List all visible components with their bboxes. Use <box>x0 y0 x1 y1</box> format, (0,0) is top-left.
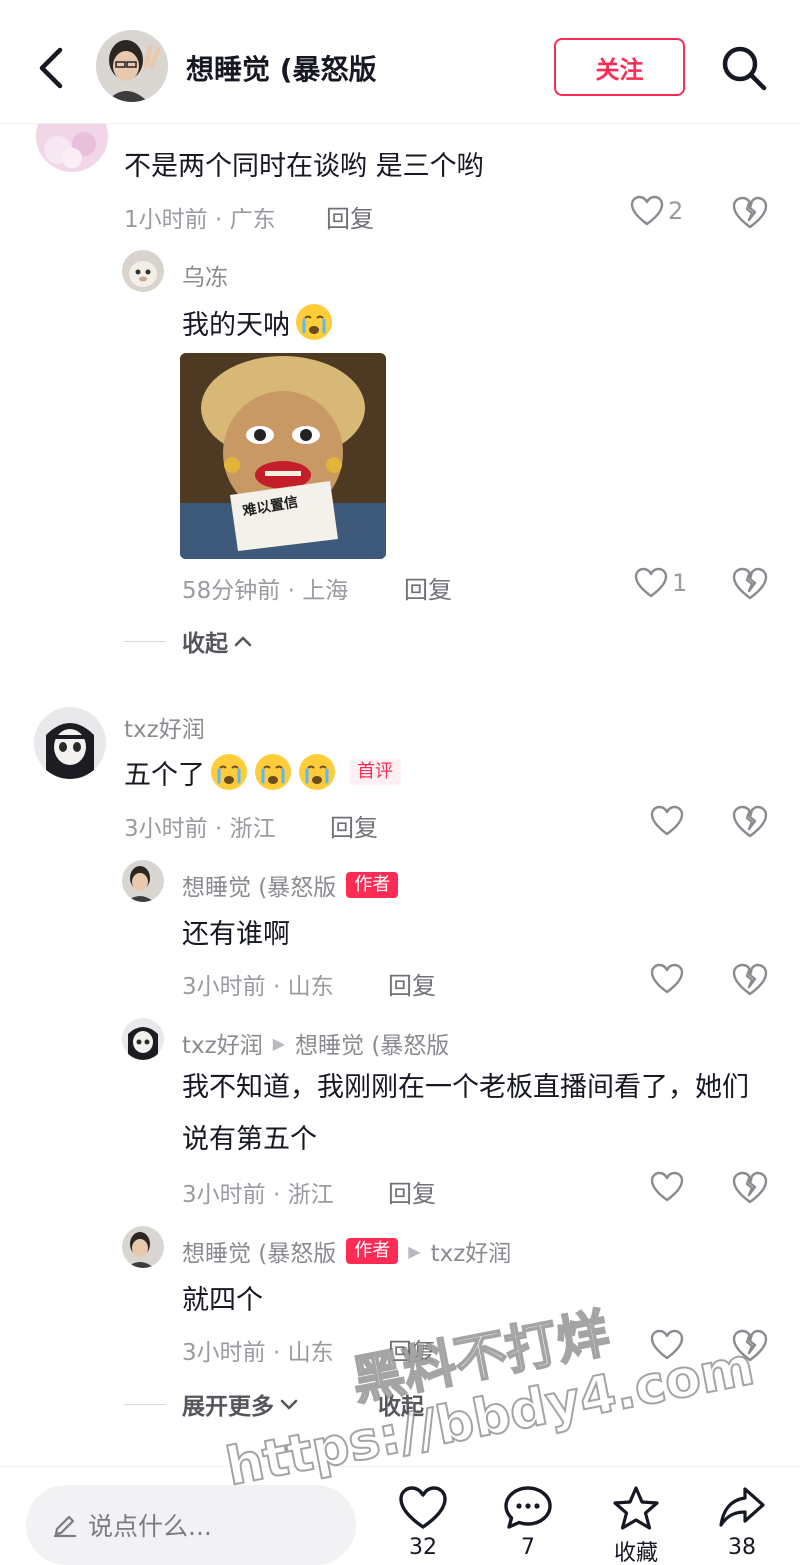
like-post-button[interactable]: 32 <box>383 1485 463 1560</box>
divider-line <box>124 640 166 642</box>
author-avatar[interactable] <box>122 860 164 902</box>
chevron-down-icon <box>280 1399 298 1410</box>
heart-icon <box>630 195 664 226</box>
reply-meta: 3小时前 · 山东 <box>182 1340 334 1366</box>
like-button[interactable] <box>650 805 684 837</box>
crying-face-icon <box>299 754 335 790</box>
follow-button[interactable]: 关注 <box>554 38 685 96</box>
reply-to-username[interactable]: txz好润 <box>431 1234 512 1268</box>
broken-heart-icon[interactable] <box>732 1329 768 1363</box>
reply-to-arrow-icon: ▶ <box>408 1241 421 1261</box>
reply-username[interactable]: 想睡觉 (暴怒版 作者 ▶ txz好润 <box>182 1234 511 1268</box>
collapse-replies-button[interactable]: 收起 <box>124 624 254 658</box>
author-avatar[interactable] <box>96 30 168 102</box>
heart-icon <box>650 963 684 994</box>
chevron-up-icon <box>234 636 252 647</box>
heart-icon <box>634 567 668 598</box>
reply-text: 我的天呐 <box>182 302 334 342</box>
comment-meta: 3小时前 · 浙江 <box>124 816 276 842</box>
favorite-label: 收藏 <box>613 1541 658 1565</box>
reply-username[interactable]: txz好润 ▶ 想睡觉 (暴怒版 <box>182 1026 449 1060</box>
first-comment-badge: 首评 <box>349 759 401 785</box>
heart-icon <box>650 1171 684 1202</box>
crying-face-icon <box>296 304 332 340</box>
reply-to-username[interactable]: 想睡觉 (暴怒版 <box>295 1026 449 1060</box>
comment-input[interactable]: 说点什么... <box>26 1485 356 1565</box>
top-bar: 想睡觉 (暴怒版 关注 <box>0 0 800 124</box>
reply-text: 就四个 <box>182 1285 263 1316</box>
comment-text: 不是两个同时在谈哟 是三个哟 <box>124 151 484 182</box>
broken-heart-icon[interactable] <box>732 963 768 997</box>
reply-meta: 58分钟前 · 上海 <box>182 578 349 604</box>
broken-heart-icon[interactable] <box>732 1171 768 1205</box>
like-button[interactable] <box>650 963 684 995</box>
reply-meta: 3小时前 · 山东 <box>182 974 334 1000</box>
like-button[interactable] <box>650 1329 684 1361</box>
replier-avatar[interactable] <box>122 1018 164 1060</box>
comment-meta: 1小时前 · 广东 <box>124 207 276 233</box>
author-avatar[interactable] <box>122 1226 164 1268</box>
broken-heart-icon[interactable] <box>732 196 768 230</box>
reply-button[interactable]: 回复 <box>330 808 378 843</box>
commenter-username[interactable]: txz好润 <box>124 710 205 744</box>
meme-image[interactable]: 难以置信 <box>180 353 386 559</box>
bottom-bar: 说点什么... 32 7 收藏 38 <box>0 1466 800 1565</box>
author-badge: 作者 <box>346 872 399 898</box>
reply-text: 还有谁啊 <box>182 919 290 950</box>
crying-face-icon <box>211 754 247 790</box>
pencil-icon <box>53 1515 77 1538</box>
reply-meta: 3小时前 · 浙江 <box>182 1182 334 1208</box>
like-button[interactable] <box>650 1171 684 1203</box>
divider-line <box>124 1403 166 1405</box>
comment-post-button[interactable]: 7 <box>488 1485 568 1560</box>
like-count: 2 <box>668 197 684 225</box>
comment-bubble-icon <box>504 1486 552 1529</box>
like-count: 32 <box>409 1535 437 1560</box>
page-title: 想睡觉 (暴怒版 <box>186 53 377 86</box>
like-button[interactable]: 1 <box>634 567 687 599</box>
reply-text: 我不知道，我刚刚在一个老板直播间看了，她们说有第五个 <box>182 1072 749 1155</box>
share-arrow-icon <box>719 1487 765 1527</box>
reply-button[interactable]: 回复 <box>326 199 374 234</box>
comment-text: 五个了 首评 <box>124 752 401 792</box>
share-button[interactable]: 38 <box>702 1485 782 1560</box>
comment-count: 7 <box>521 1535 535 1560</box>
reply-button[interactable]: 回复 <box>388 1332 436 1367</box>
heart-icon <box>650 1329 684 1360</box>
favorite-button[interactable]: 收藏 <box>596 1485 676 1565</box>
reply-username[interactable]: 乌冻 <box>182 258 228 292</box>
reply-username[interactable]: 想睡觉 (暴怒版 作者 <box>182 868 399 902</box>
collapse-replies-button[interactable]: 收起 <box>378 1387 424 1421</box>
reply-button[interactable]: 回复 <box>404 570 452 605</box>
reply-button[interactable]: 回复 <box>388 966 436 1001</box>
back-arrow-icon[interactable] <box>30 40 74 96</box>
commenter-avatar[interactable] <box>34 707 106 779</box>
star-icon <box>613 1486 659 1530</box>
heart-icon <box>399 1486 447 1529</box>
broken-heart-icon[interactable] <box>732 567 768 601</box>
like-button[interactable]: 2 <box>630 195 683 227</box>
reply-to-arrow-icon: ▶ <box>272 1033 286 1053</box>
expand-more-button[interactable]: 展开更多 <box>124 1387 300 1421</box>
like-count: 1 <box>672 569 688 597</box>
reply-button[interactable]: 回复 <box>388 1174 436 1209</box>
search-icon[interactable] <box>718 42 770 94</box>
author-badge: 作者 <box>346 1238 399 1264</box>
replier-avatar[interactable] <box>122 250 164 292</box>
heart-icon <box>650 805 684 836</box>
crying-face-icon <box>255 754 291 790</box>
input-placeholder: 说点什么... <box>88 1512 212 1541</box>
broken-heart-icon[interactable] <box>732 805 768 839</box>
share-count: 38 <box>728 1535 756 1560</box>
